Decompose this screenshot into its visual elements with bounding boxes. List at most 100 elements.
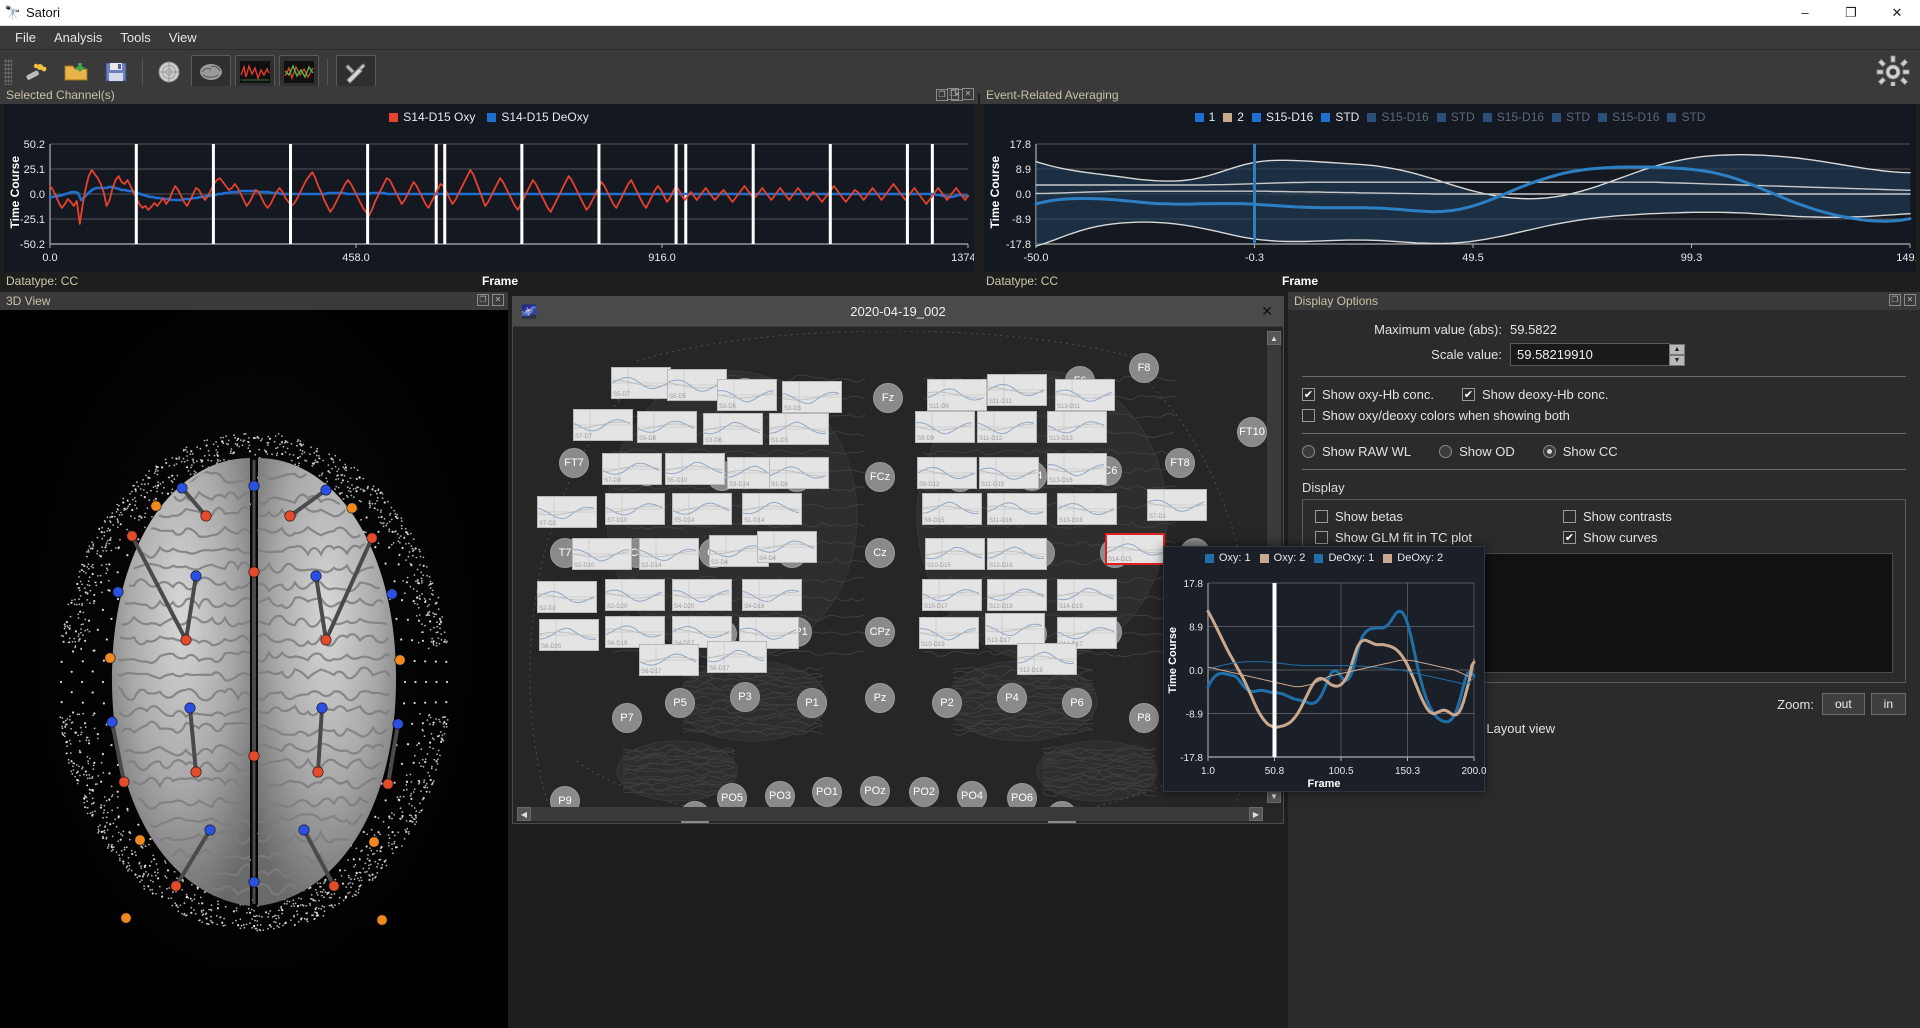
legend-item[interactable]: 2	[1223, 110, 1244, 124]
scale-spin-up[interactable]: ▲	[1669, 344, 1685, 355]
channel-box[interactable]: S12-D17	[985, 613, 1045, 645]
electrode-p2[interactable]: P2	[932, 688, 962, 718]
electrode-p4[interactable]: P4	[997, 683, 1027, 713]
channel-box[interactable]: S11-D16	[987, 493, 1047, 525]
3d-view-restore-icon[interactable]: ❐	[477, 294, 489, 306]
display-options-close-icon[interactable]: ✕	[1904, 294, 1916, 306]
electrode-p3[interactable]: P3	[730, 682, 760, 712]
timecourse-red-icon[interactable]	[235, 55, 275, 89]
montage-horizontal-scrollbar[interactable]: ◀ ▶	[517, 807, 1263, 821]
electrode-p1[interactable]: P1	[797, 688, 827, 718]
scale-spin-down[interactable]: ▼	[1669, 355, 1685, 366]
channel-box[interactable]: S1-D3	[769, 413, 829, 445]
show-od-radio[interactable]: Show OD	[1439, 444, 1515, 459]
menu-file[interactable]: File	[6, 27, 45, 48]
electrode-cz[interactable]: Cz	[865, 538, 895, 568]
channel-box[interactable]: S3-D6	[703, 413, 763, 445]
channel-box[interactable]: S7-D2	[537, 496, 597, 528]
close-button[interactable]: ✕	[1874, 0, 1920, 26]
legend-item[interactable]: 1	[1195, 110, 1216, 124]
channel-box[interactable]: S5-D7	[611, 367, 671, 399]
channel-box[interactable]: S13-D11	[1055, 379, 1115, 411]
era-plot[interactable]: 1 2 S15-D16 STD S15-D16 STD S15-D16 STD S15-D16 S…	[984, 104, 1916, 272]
era-close-icon[interactable]: ✕	[951, 89, 963, 101]
channel-box[interactable]: S6-D17	[639, 644, 699, 676]
channel-box[interactable]: S12-D18	[1017, 643, 1077, 675]
channel-box[interactable]: S13-D18	[1057, 493, 1117, 525]
channel-box[interactable]: S7-D7	[573, 409, 633, 441]
channel-box[interactable]: S14-D15	[1105, 533, 1165, 565]
show-cc-radio[interactable]: Show CC	[1543, 444, 1618, 459]
tools-icon[interactable]	[336, 55, 376, 89]
legend-item[interactable]: Oxy: 1	[1205, 552, 1251, 564]
electrode-pz[interactable]: Pz	[865, 683, 895, 713]
channel-box[interactable]: S14-D19	[1057, 579, 1117, 611]
show-curves-checkbox[interactable]: ✔ Show curves	[1563, 530, 1657, 545]
show-deoxy-hb-checkbox[interactable]: ✔ Show deoxy-Hb conc.	[1462, 387, 1608, 402]
channel-box[interactable]: S6-D20	[539, 619, 599, 651]
electrode-p5[interactable]: P5	[665, 688, 695, 718]
channel-box[interactable]: S11-D15	[979, 457, 1039, 489]
montage-titlebar[interactable]: 🌌 2020-04-19_002 ✕	[513, 297, 1283, 327]
era-restore-icon[interactable]: ❐	[936, 89, 948, 101]
save-icon[interactable]	[98, 55, 134, 89]
electrode-cpz[interactable]: CPz	[865, 617, 895, 647]
selected-channels-close-icon[interactable]: ✕	[962, 88, 974, 100]
legend-item[interactable]: STD	[1321, 110, 1359, 124]
channel-box[interactable]: S3-D3	[782, 381, 842, 413]
legend-item[interactable]: Oxy: 2	[1260, 552, 1306, 564]
electrode-po2[interactable]: PO2	[909, 777, 939, 807]
channel-box[interactable]: S11-D11	[987, 374, 1047, 406]
show-betas-checkbox[interactable]: Show betas	[1315, 509, 1535, 524]
legend-item[interactable]: S15-D16	[1598, 110, 1659, 124]
minimize-button[interactable]: –	[1782, 0, 1828, 26]
legend-item[interactable]: STD	[1667, 110, 1705, 124]
zoom-out-button[interactable]: out	[1822, 693, 1865, 715]
montage-scroll-right-arrow[interactable]: ▶	[1249, 807, 1263, 821]
3d-brain-render[interactable]	[0, 310, 508, 1028]
electrode-ft10[interactable]: FT10	[1237, 417, 1267, 447]
open-folder-icon[interactable]	[58, 55, 94, 89]
channel-box[interactable]: S10-D15	[925, 538, 985, 570]
electrode-p6[interactable]: P6	[1062, 688, 1092, 718]
channel-box[interactable]: S2-D10	[572, 538, 632, 570]
channel-box[interactable]: S5-D8	[637, 411, 697, 443]
channel-box[interactable]: S4-D20	[672, 579, 732, 611]
brain-icon[interactable]	[191, 55, 231, 89]
montage-scroll-up-arrow[interactable]: ▲	[1267, 331, 1281, 345]
channel-box[interactable]: S9-D12	[917, 457, 977, 489]
legend-item[interactable]: STD	[1437, 110, 1475, 124]
montage-canvas[interactable]: F7F3FzF4F6F8FT7FC5FC3FC1FCzFC2FC4FC6FT8F…	[517, 331, 1265, 805]
channel-box[interactable]: S5-D14	[672, 493, 732, 525]
montage-scroll-left-arrow[interactable]: ◀	[517, 807, 531, 821]
legend-item[interactable]: DeOxy: 2	[1383, 552, 1443, 564]
maximize-button[interactable]: ❐	[1828, 0, 1874, 26]
channel-box[interactable]: S10-D19	[919, 617, 979, 649]
electrode-fz[interactable]: Fz	[873, 383, 903, 413]
scale-value-spinner[interactable]: ▲ ▼	[1669, 344, 1685, 366]
electrode-fcz[interactable]: FCz	[865, 462, 895, 492]
channel-box[interactable]: S2-D20	[605, 579, 665, 611]
display-options-restore-icon[interactable]: ❐	[1889, 294, 1901, 306]
channel-box[interactable]: S1-D14	[742, 493, 802, 525]
channel-popup-plot[interactable]: Oxy: 1 Oxy: 2 DeOxy: 1 DeOxy: 2 Time Course…	[1163, 546, 1485, 792]
channel-box[interactable]: S4-D4	[757, 531, 817, 563]
toolbar-drag-handle[interactable]	[4, 59, 12, 85]
channel-box[interactable]: S7-D1	[1147, 489, 1207, 521]
channel-box[interactable]: S11-D9	[927, 379, 987, 411]
channel-box[interactable]: S2-D2	[537, 581, 597, 613]
electrode-p7[interactable]: P7	[612, 703, 642, 733]
legend-item[interactable]: STD	[1552, 110, 1590, 124]
channel-box[interactable]: S7-D10	[605, 493, 665, 525]
legend-item[interactable]: S15-D16	[1367, 110, 1428, 124]
electrode-ft8[interactable]: FT8	[1165, 448, 1195, 478]
montage-close-icon[interactable]: ✕	[1261, 303, 1273, 320]
channel-box[interactable]: S7-D8	[602, 453, 662, 485]
channel-box[interactable]: S11-D12	[977, 411, 1037, 443]
show-oxy-deoxy-colors-checkbox[interactable]: Show oxy/deoxy colors when showing both	[1302, 408, 1570, 423]
channel-box[interactable]: S13-D16	[1047, 453, 1107, 485]
channel-box[interactable]: S9-D9	[915, 411, 975, 443]
menu-view[interactable]: View	[160, 27, 206, 48]
channel-box[interactable]: S1-D6	[769, 457, 829, 489]
channel-box[interactable]: S5-D10	[665, 453, 725, 485]
